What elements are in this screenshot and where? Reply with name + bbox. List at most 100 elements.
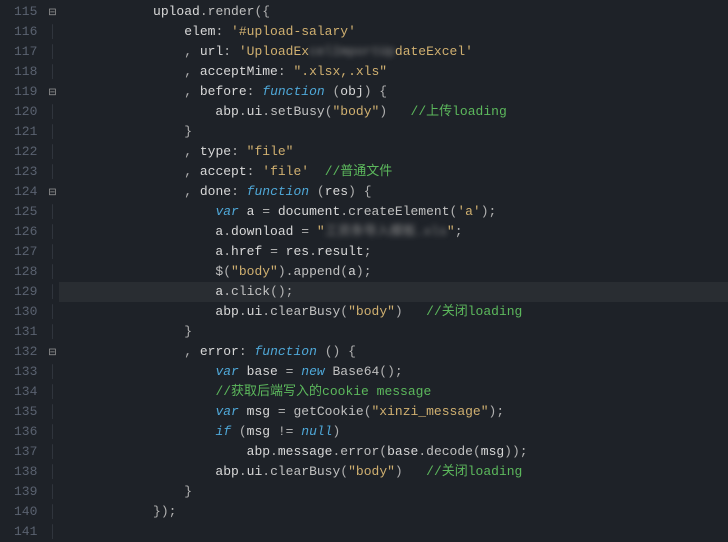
code-line[interactable]: } bbox=[59, 322, 728, 342]
token-punct: ) bbox=[395, 464, 426, 479]
token-punct: . bbox=[239, 464, 247, 479]
token-punct: , bbox=[59, 144, 199, 159]
token-punct: . bbox=[340, 204, 348, 219]
code-line[interactable]: abp.message.error(base.decode(msg)); bbox=[59, 442, 728, 462]
code-line[interactable]: a.href = res.result; bbox=[59, 242, 728, 262]
fold-marker[interactable]: │ bbox=[45, 282, 59, 302]
token-punct: . bbox=[309, 244, 317, 259]
fold-marker[interactable]: │ bbox=[45, 522, 59, 542]
token-punct: . bbox=[262, 104, 270, 119]
code-line[interactable]: , accept: 'file' //普通文件 bbox=[59, 162, 728, 182]
token-punct: . bbox=[223, 224, 231, 239]
code-line[interactable]: $("body").append(a); bbox=[59, 262, 728, 282]
token-def: res bbox=[325, 184, 348, 199]
code-line[interactable]: , acceptMime: ".xlsx,.xls" bbox=[59, 62, 728, 82]
fold-marker[interactable]: │ bbox=[45, 222, 59, 242]
code-line[interactable]: , done: function (res) { bbox=[59, 182, 728, 202]
token-method: append bbox=[293, 264, 340, 279]
code-line[interactable]: var a = document.createElement('a'); bbox=[59, 202, 728, 222]
fold-marker[interactable]: │ bbox=[45, 262, 59, 282]
token-keyword: var bbox=[215, 404, 238, 419]
code-line[interactable]: abp.ui.setBusy("body") //上传loading bbox=[59, 102, 728, 122]
code-line[interactable]: }); bbox=[59, 502, 728, 522]
code-line[interactable]: elem: '#upload-salary' bbox=[59, 22, 728, 42]
token-blur: 工资条导入模板.xls bbox=[325, 224, 447, 239]
token-punct: : bbox=[223, 44, 239, 59]
token-def: a bbox=[59, 284, 223, 299]
fold-marker[interactable]: │ bbox=[45, 362, 59, 382]
token-def: a bbox=[239, 204, 262, 219]
line-number: 126 bbox=[14, 222, 37, 242]
fold-marker[interactable]: ⊟ bbox=[45, 182, 59, 202]
line-number: 130 bbox=[14, 302, 37, 322]
fold-marker[interactable]: │ bbox=[45, 442, 59, 462]
code-line[interactable] bbox=[59, 522, 728, 542]
fold-marker[interactable]: │ bbox=[45, 462, 59, 482]
fold-marker[interactable]: │ bbox=[45, 482, 59, 502]
fold-marker[interactable]: │ bbox=[45, 202, 59, 222]
line-number: 134 bbox=[14, 382, 37, 402]
code-line[interactable]: //获取后端写入的cookie message bbox=[59, 382, 728, 402]
token-punct: = bbox=[286, 364, 302, 379]
line-number: 115 bbox=[14, 2, 37, 22]
fold-marker[interactable]: │ bbox=[45, 22, 59, 42]
token-punct: . bbox=[239, 304, 247, 319]
fold-column[interactable]: ⊟│││⊟││││⊟│││││││⊟│││││││││ bbox=[45, 2, 59, 535]
token-method: createElement bbox=[348, 204, 449, 219]
fold-marker[interactable]: │ bbox=[45, 322, 59, 342]
code-line[interactable]: var msg = getCookie("xinzi_message"); bbox=[59, 402, 728, 422]
code-editor[interactable]: 1151161171181191201211221231241251261271… bbox=[0, 0, 728, 535]
fold-marker[interactable]: │ bbox=[45, 402, 59, 422]
code-line[interactable]: upload.render({ bbox=[59, 2, 728, 22]
fold-marker[interactable]: │ bbox=[45, 302, 59, 322]
fold-marker[interactable]: │ bbox=[45, 162, 59, 182]
token-punct: ( bbox=[379, 444, 387, 459]
token-comment: //上传loading bbox=[411, 104, 507, 119]
token-keyword: function bbox=[262, 84, 324, 99]
token-punct: : bbox=[247, 84, 263, 99]
code-line[interactable]: , error: function () { bbox=[59, 342, 728, 362]
fold-marker[interactable]: ⊟ bbox=[45, 82, 59, 102]
fold-marker[interactable]: │ bbox=[45, 62, 59, 82]
code-line[interactable]: a.download = "工资条导入模板.xls"; bbox=[59, 222, 728, 242]
fold-marker[interactable]: ⊟ bbox=[45, 2, 59, 22]
code-line[interactable]: , type: "file" bbox=[59, 142, 728, 162]
token-method: render bbox=[208, 4, 255, 19]
code-line[interactable]: abp.ui.clearBusy("body") //关闭loading bbox=[59, 462, 728, 482]
token-punct: ; bbox=[455, 224, 463, 239]
token-keyword: var bbox=[215, 204, 238, 219]
token-string: "file" bbox=[247, 144, 294, 159]
token-punct: ( bbox=[340, 464, 348, 479]
code-line[interactable]: } bbox=[59, 482, 728, 502]
token-punct: = bbox=[278, 404, 294, 419]
fold-marker[interactable]: │ bbox=[45, 382, 59, 402]
token-punct: != bbox=[278, 424, 301, 439]
fold-marker[interactable]: │ bbox=[45, 242, 59, 262]
token-punct: ; bbox=[364, 244, 372, 259]
token-punct: }); bbox=[59, 504, 176, 519]
fold-marker[interactable]: │ bbox=[45, 42, 59, 62]
token-punct: ) { bbox=[348, 184, 371, 199]
fold-marker[interactable]: │ bbox=[45, 422, 59, 442]
line-number: 119 bbox=[14, 82, 37, 102]
code-line[interactable]: if (msg != null) bbox=[59, 422, 728, 442]
code-line[interactable]: , before: function (obj) { bbox=[59, 82, 728, 102]
code-line[interactable]: var base = new Base64(); bbox=[59, 362, 728, 382]
token-punct: , bbox=[59, 344, 199, 359]
code-line[interactable]: } bbox=[59, 122, 728, 142]
token-def: ui bbox=[247, 304, 263, 319]
token-punct: ( bbox=[309, 184, 325, 199]
token-punct: . bbox=[262, 304, 270, 319]
token-punct: ) { bbox=[364, 84, 387, 99]
fold-marker[interactable]: ⊟ bbox=[45, 342, 59, 362]
code-line[interactable]: abp.ui.clearBusy("body") //关闭loading bbox=[59, 302, 728, 322]
code-line[interactable]: a.click(); bbox=[59, 282, 728, 302]
token-string: "body" bbox=[348, 464, 395, 479]
fold-marker[interactable]: │ bbox=[45, 122, 59, 142]
token-string: "xinzi_message" bbox=[372, 404, 489, 419]
fold-marker[interactable]: │ bbox=[45, 102, 59, 122]
fold-marker[interactable]: │ bbox=[45, 502, 59, 522]
code-line[interactable]: , url: 'UploadExcelImportUpdateExcel' bbox=[59, 42, 728, 62]
fold-marker[interactable]: │ bbox=[45, 142, 59, 162]
code-area[interactable]: upload.render({ elem: '#upload-salary' ,… bbox=[59, 0, 728, 535]
